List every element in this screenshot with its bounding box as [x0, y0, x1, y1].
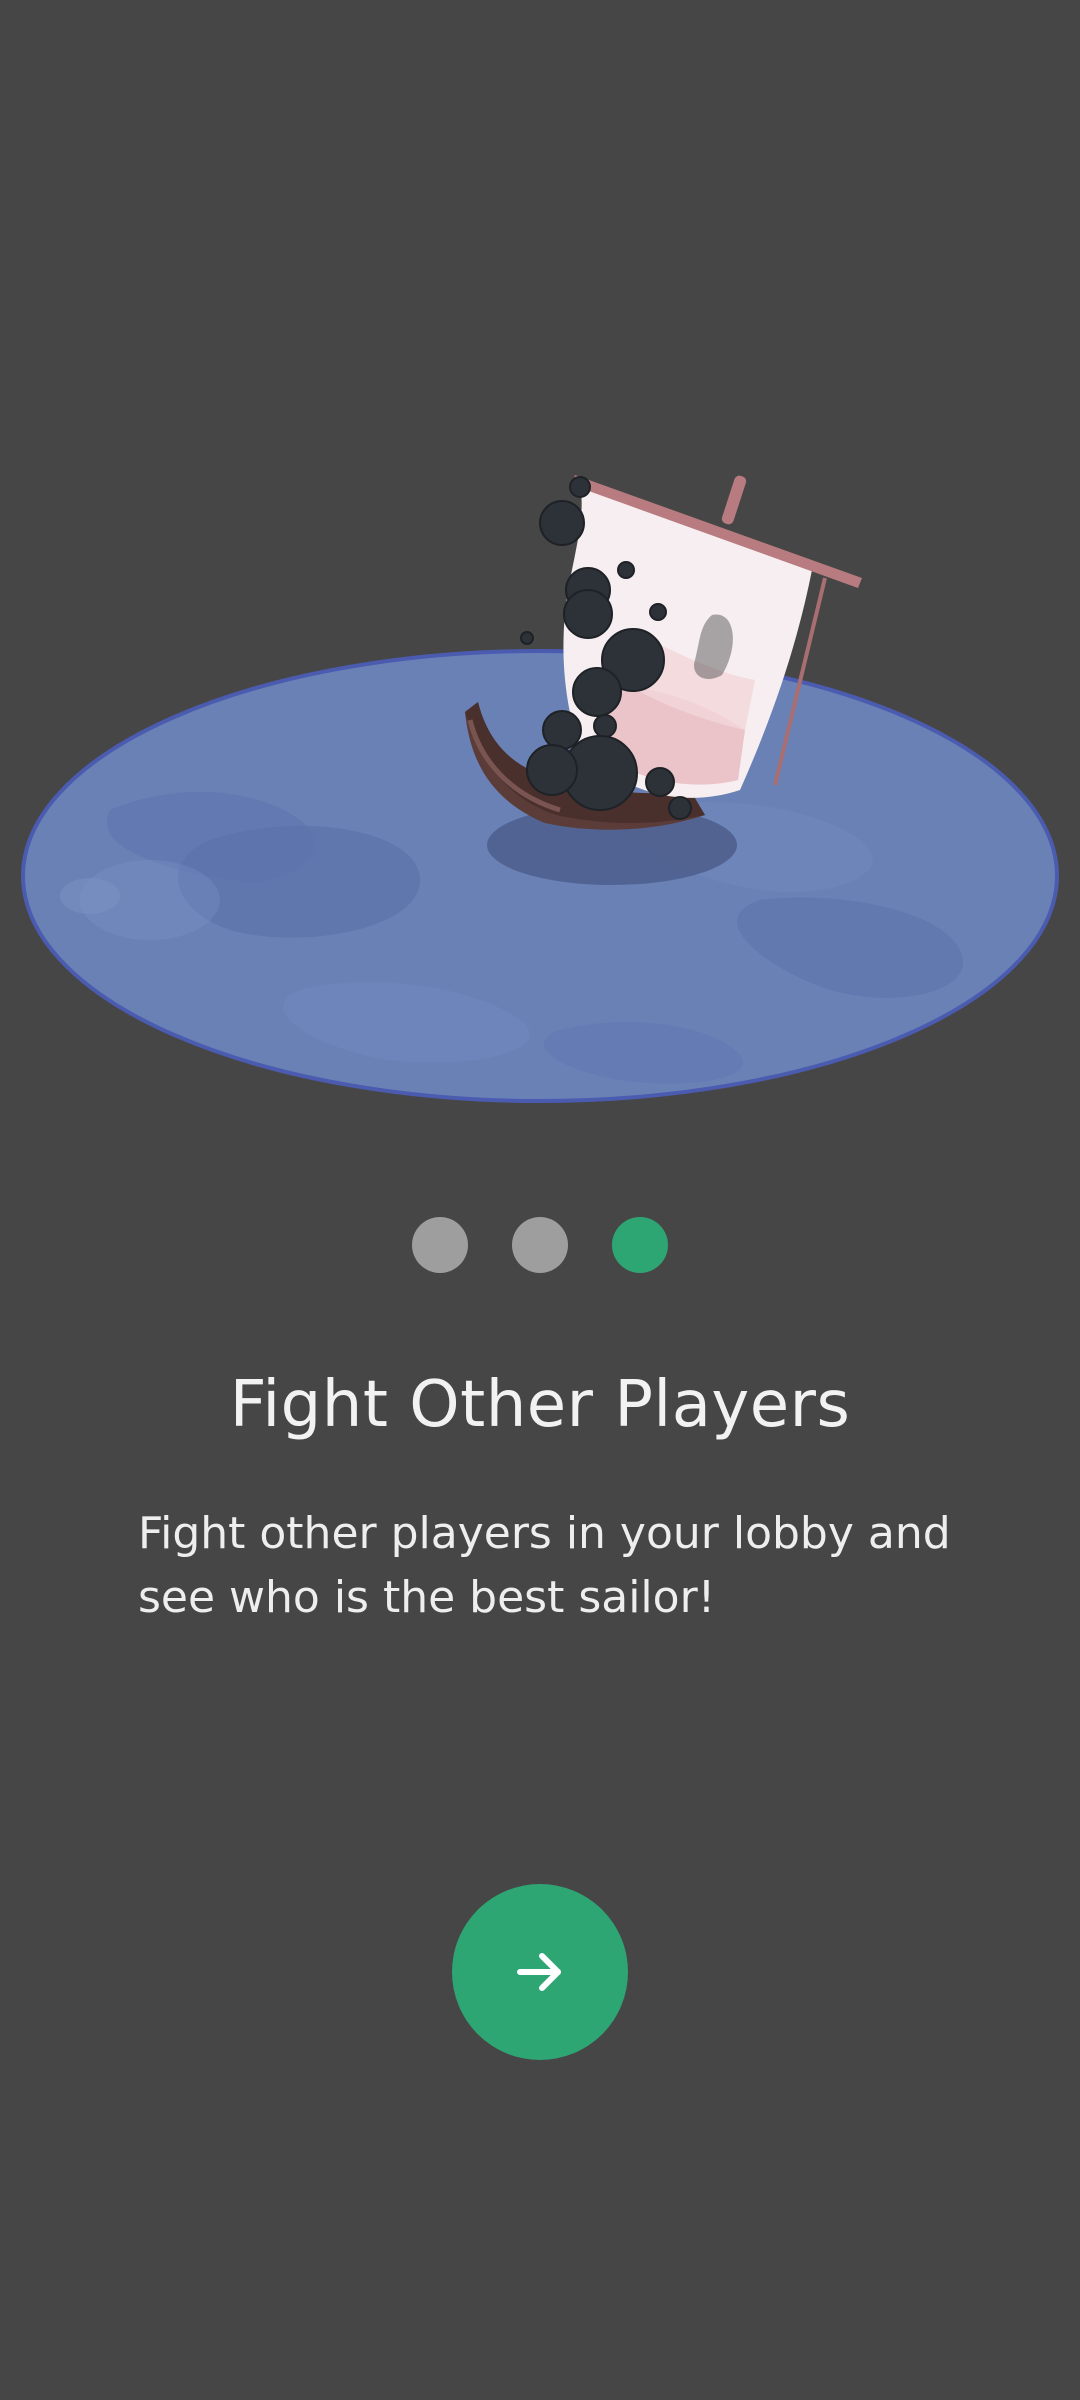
page-dot-3-active[interactable]: [612, 1217, 668, 1273]
page-indicator: [0, 1217, 1080, 1273]
sinking-ship-illustration: [21, 475, 1059, 1103]
onboarding-title: Fight Other Players: [229, 1368, 851, 1442]
onboarding-description: Fight other players in your lobby and se…: [138, 1508, 951, 1623]
page-dot-1[interactable]: [412, 1217, 468, 1273]
arrow-right-icon: [517, 1953, 561, 1991]
page-dot-2[interactable]: [512, 1217, 568, 1273]
next-button[interactable]: [452, 1884, 628, 2060]
